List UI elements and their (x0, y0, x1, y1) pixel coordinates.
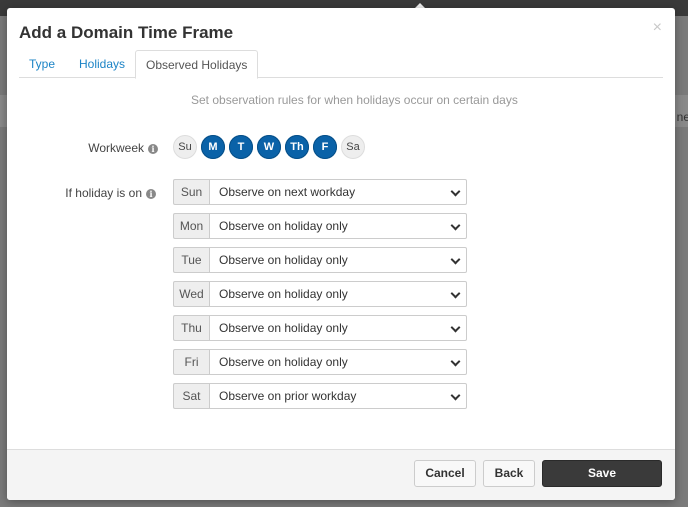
rule-select-fri[interactable]: Observe on holiday only (209, 349, 467, 375)
rule-select-value: Observe on holiday only (219, 321, 348, 335)
rule-day-label: Wed (173, 281, 209, 307)
tab-observed-holidays[interactable]: Observed Holidays (135, 50, 259, 79)
day-toggle-friday[interactable]: F (313, 135, 337, 159)
modal-title: Add a Domain Time Frame (19, 23, 234, 42)
rule-row-mon: Mon Observe on holiday only (173, 213, 467, 239)
workweek-label: Workweek i (88, 141, 158, 155)
rule-day-label: Mon (173, 213, 209, 239)
chevron-down-icon (450, 186, 461, 197)
rule-select-sat[interactable]: Observe on prior workday (209, 383, 467, 409)
day-toggle-saturday[interactable]: Sa (341, 135, 365, 159)
back-button[interactable]: Back (483, 460, 535, 487)
rule-select-value: Observe on prior workday (219, 389, 357, 403)
rule-select-sun[interactable]: Observe on next workday (209, 179, 467, 205)
instructions-text-content: Set observation rules for when holidays … (191, 93, 518, 107)
cancel-button[interactable]: Cancel (414, 460, 476, 487)
rule-select-tue[interactable]: Observe on holiday only (209, 247, 467, 273)
rule-select-value: Observe on holiday only (219, 287, 348, 301)
chevron-down-icon (450, 220, 461, 231)
chevron-down-icon (450, 322, 461, 333)
save-button[interactable]: Save (542, 460, 662, 487)
background-partial-text: ne (676, 110, 688, 124)
day-toggle-monday[interactable]: M (201, 135, 225, 159)
day-toggle-wednesday[interactable]: W (257, 135, 281, 159)
rule-day-label: Thu (173, 315, 209, 341)
close-icon[interactable]: × (653, 20, 662, 36)
day-toggle-tuesday[interactable]: T (229, 135, 253, 159)
chevron-down-icon (450, 288, 461, 299)
rule-select-value: Observe on holiday only (219, 219, 348, 233)
rule-select-value: Observe on holiday only (219, 355, 348, 369)
if-holiday-label-text: If holiday is on (65, 186, 142, 200)
rule-select-wed[interactable]: Observe on holiday only (209, 281, 467, 307)
instructions-text: Set observation rules for when holidays … (7, 93, 675, 107)
rule-day-label: Tue (173, 247, 209, 273)
rule-row-wed: Wed Observe on holiday only (173, 281, 467, 307)
if-holiday-label: If holiday is on i (65, 186, 156, 200)
chevron-down-icon (450, 390, 461, 401)
rule-row-thu: Thu Observe on holiday only (173, 315, 467, 341)
modal-footer: Cancel Back Save (7, 449, 675, 500)
tab-bar: Type Holidays Observed Holidays (19, 50, 663, 79)
tab-holidays[interactable]: Holidays (69, 50, 135, 78)
rule-row-sun: Sun Observe on next workday (173, 179, 467, 205)
chevron-down-icon (450, 356, 461, 367)
info-icon[interactable]: i (148, 144, 158, 154)
rule-select-value: Observe on next workday (219, 185, 356, 199)
chevron-down-icon (450, 254, 461, 265)
rule-select-thu[interactable]: Observe on holiday only (209, 315, 467, 341)
rule-row-sat: Sat Observe on prior workday (173, 383, 467, 409)
rule-select-mon[interactable]: Observe on holiday only (209, 213, 467, 239)
tab-type[interactable]: Type (19, 50, 65, 78)
rule-day-label: Sun (173, 179, 209, 205)
rule-row-fri: Fri Observe on holiday only (173, 349, 467, 375)
workweek-label-text: Workweek (88, 141, 144, 155)
rule-day-label: Fri (173, 349, 209, 375)
rule-day-label: Sat (173, 383, 209, 409)
day-toggle-thursday[interactable]: Th (285, 135, 309, 159)
modal-dialog: Add a Domain Time Frame × Type Holidays … (7, 8, 675, 500)
modal-header: Add a Domain Time Frame × (7, 8, 675, 50)
rule-row-tue: Tue Observe on holiday only (173, 247, 467, 273)
info-icon[interactable]: i (146, 189, 156, 199)
rule-select-value: Observe on holiday only (219, 253, 348, 267)
day-toggle-sunday[interactable]: Su (173, 135, 197, 159)
modal-body: Set observation rules for when holidays … (7, 78, 675, 449)
